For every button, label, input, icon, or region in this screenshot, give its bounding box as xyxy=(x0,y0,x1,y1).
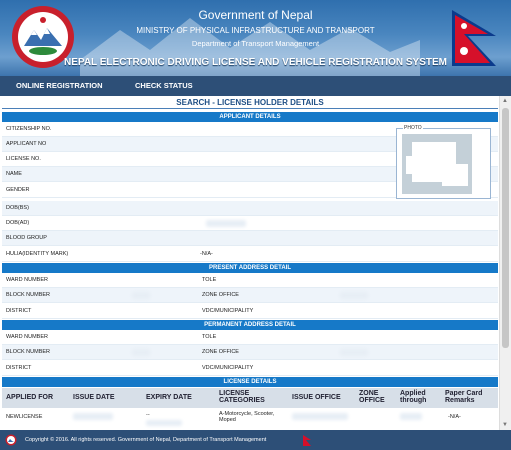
redacted-value xyxy=(340,292,368,299)
nav-check-status[interactable]: CHECK STATUS xyxy=(135,81,193,90)
col-applied-through: Applied through xyxy=(400,390,427,404)
label-permanent-district: DISTRICT xyxy=(6,365,32,371)
photo-label: PHOTO xyxy=(403,125,423,131)
col-zone-office: ZONE OFFICE xyxy=(359,390,385,404)
redacted-applied-through xyxy=(400,413,422,420)
applicant-photo xyxy=(402,134,472,194)
redacted-value xyxy=(340,349,368,356)
vertical-scrollbar[interactable]: ▲ ▼ xyxy=(499,96,511,430)
label-permanent-block: BLOCK NUMBER xyxy=(6,349,51,355)
title-divider xyxy=(2,108,498,109)
label-present-ward: WARD NUMBER xyxy=(6,277,48,283)
site-footer: Copyright © 2016. All rights reserved. G… xyxy=(0,430,511,450)
cell-remarks: -N/A- xyxy=(448,414,461,420)
label-present-vdc: VDC/MUNICIPALITY xyxy=(202,308,254,314)
label-present-zone: ZONE OFFICE xyxy=(202,292,239,298)
col-issue-office: ISSUE OFFICE xyxy=(292,394,341,401)
col-issue-date: ISSUE DATE xyxy=(73,394,115,401)
label-blood-group: BLOOD GROUP xyxy=(6,235,47,241)
row-permanent-district: DISTRICT VDC/MUNICIPALITY xyxy=(2,361,498,376)
nepal-flag-icon xyxy=(452,10,496,66)
row-permanent-ward: WARD NUMBER TOLE xyxy=(2,330,498,345)
label-hulia: HULIA(IDENTITY MARK) xyxy=(6,251,69,257)
redacted-issue-office xyxy=(292,413,348,420)
license-table-header: APPLIED FOR ISSUE DATE EXPIRY DATE LICEN… xyxy=(2,388,498,408)
redacted-issue-date xyxy=(73,413,113,420)
col-paper-card-remarks: Paper Card Remarks xyxy=(445,390,483,404)
row-present-block: BLOCK NUMBER ZONE OFFICE xyxy=(2,288,498,303)
footer-copyright: Copyright © 2016. All rights reserved. G… xyxy=(25,437,267,443)
cell-license-categories: A-Motorcycle, Scooter, Moped xyxy=(219,411,275,423)
redacted-value xyxy=(206,220,246,227)
label-permanent-ward: WARD NUMBER xyxy=(6,334,48,340)
label-gender: GENDER xyxy=(6,187,30,193)
row-dob-ad: DOB(AD) xyxy=(2,216,498,231)
redacted-value xyxy=(132,292,150,299)
present-address-header: PRESENT ADDRESS DETAIL xyxy=(2,263,498,273)
photo-redacted-image xyxy=(402,134,472,194)
label-dob-bs: DOB(BS) xyxy=(6,205,29,211)
label-dob-ad: DOB(AD) xyxy=(6,220,30,226)
label-present-district: DISTRICT xyxy=(6,308,32,314)
department-title: Department of Transport Management xyxy=(191,39,320,48)
row-hulia: HULIA(IDENTITY MARK) -N/A- xyxy=(2,247,498,262)
scroll-down-arrow-icon[interactable]: ▼ xyxy=(502,422,508,428)
col-expiry-date: EXPIRY DATE xyxy=(146,394,192,401)
cell-expiry-date: -- xyxy=(146,412,150,418)
main-navbar: ONLINE REGISTRATION CHECK STATUS xyxy=(0,76,511,96)
label-present-block: BLOCK NUMBER xyxy=(6,292,51,298)
redacted-expiry-date xyxy=(146,420,182,426)
ministry-title: MINISTRY OF PHYSICAL INFRASTRUCTURE AND … xyxy=(136,26,375,35)
row-present-district: DISTRICT VDC/MUNICIPALITY xyxy=(2,304,498,319)
row-dob-bs: DOB(BS) xyxy=(2,201,498,216)
col-license-categories: LICENSE CATEGORIES xyxy=(219,390,265,404)
label-permanent-tole: TOLE xyxy=(202,334,217,340)
label-citizenship-no: CITIZENSHIP NO. xyxy=(6,126,52,132)
applicant-details-header: APPLICANT DETAILS xyxy=(2,112,498,122)
label-applicant-no: APPLICANT NO xyxy=(6,141,47,147)
label-present-tole: TOLE xyxy=(202,277,217,283)
cell-applied-for: NEWLICENSE xyxy=(6,414,43,420)
system-title: NEPAL ELECTRONIC DRIVING LICENSE AND VEH… xyxy=(64,57,447,68)
row-blood-group: BLOOD GROUP xyxy=(2,231,498,246)
label-name: NAME xyxy=(6,171,22,177)
scroll-up-arrow-icon[interactable]: ▲ xyxy=(502,98,508,104)
nav-online-registration[interactable]: ONLINE REGISTRATION xyxy=(16,81,103,90)
row-present-ward: WARD NUMBER TOLE xyxy=(2,273,498,288)
redacted-value xyxy=(132,349,150,356)
photo-frame: PHOTO xyxy=(396,125,491,199)
license-details-header: LICENSE DETAILS xyxy=(2,377,498,387)
col-applied-for: APPLIED FOR xyxy=(6,394,54,401)
footer-flag-icon xyxy=(303,435,311,446)
license-table-row: NEWLICENSE -- A-Motorcycle, Scooter, Mop… xyxy=(2,408,498,430)
label-permanent-vdc: VDC/MUNICIPALITY xyxy=(202,365,254,371)
site-header: Government of Nepal MINISTRY OF PHYSICAL… xyxy=(0,0,511,76)
label-permanent-zone: ZONE OFFICE xyxy=(202,349,239,355)
footer-emblem-icon xyxy=(5,434,17,446)
scrollbar-thumb[interactable] xyxy=(502,108,509,348)
government-title: Government of Nepal xyxy=(198,8,313,22)
value-hulia: -N/A- xyxy=(200,251,213,257)
label-license-no: LICENSE NO. xyxy=(6,156,41,162)
permanent-address-header: PERMANENT ADDRESS DETAIL xyxy=(2,320,498,330)
row-permanent-block: BLOCK NUMBER ZONE OFFICE xyxy=(2,345,498,360)
page-title: SEARCH - LICENSE HOLDER DETAILS xyxy=(176,98,324,107)
